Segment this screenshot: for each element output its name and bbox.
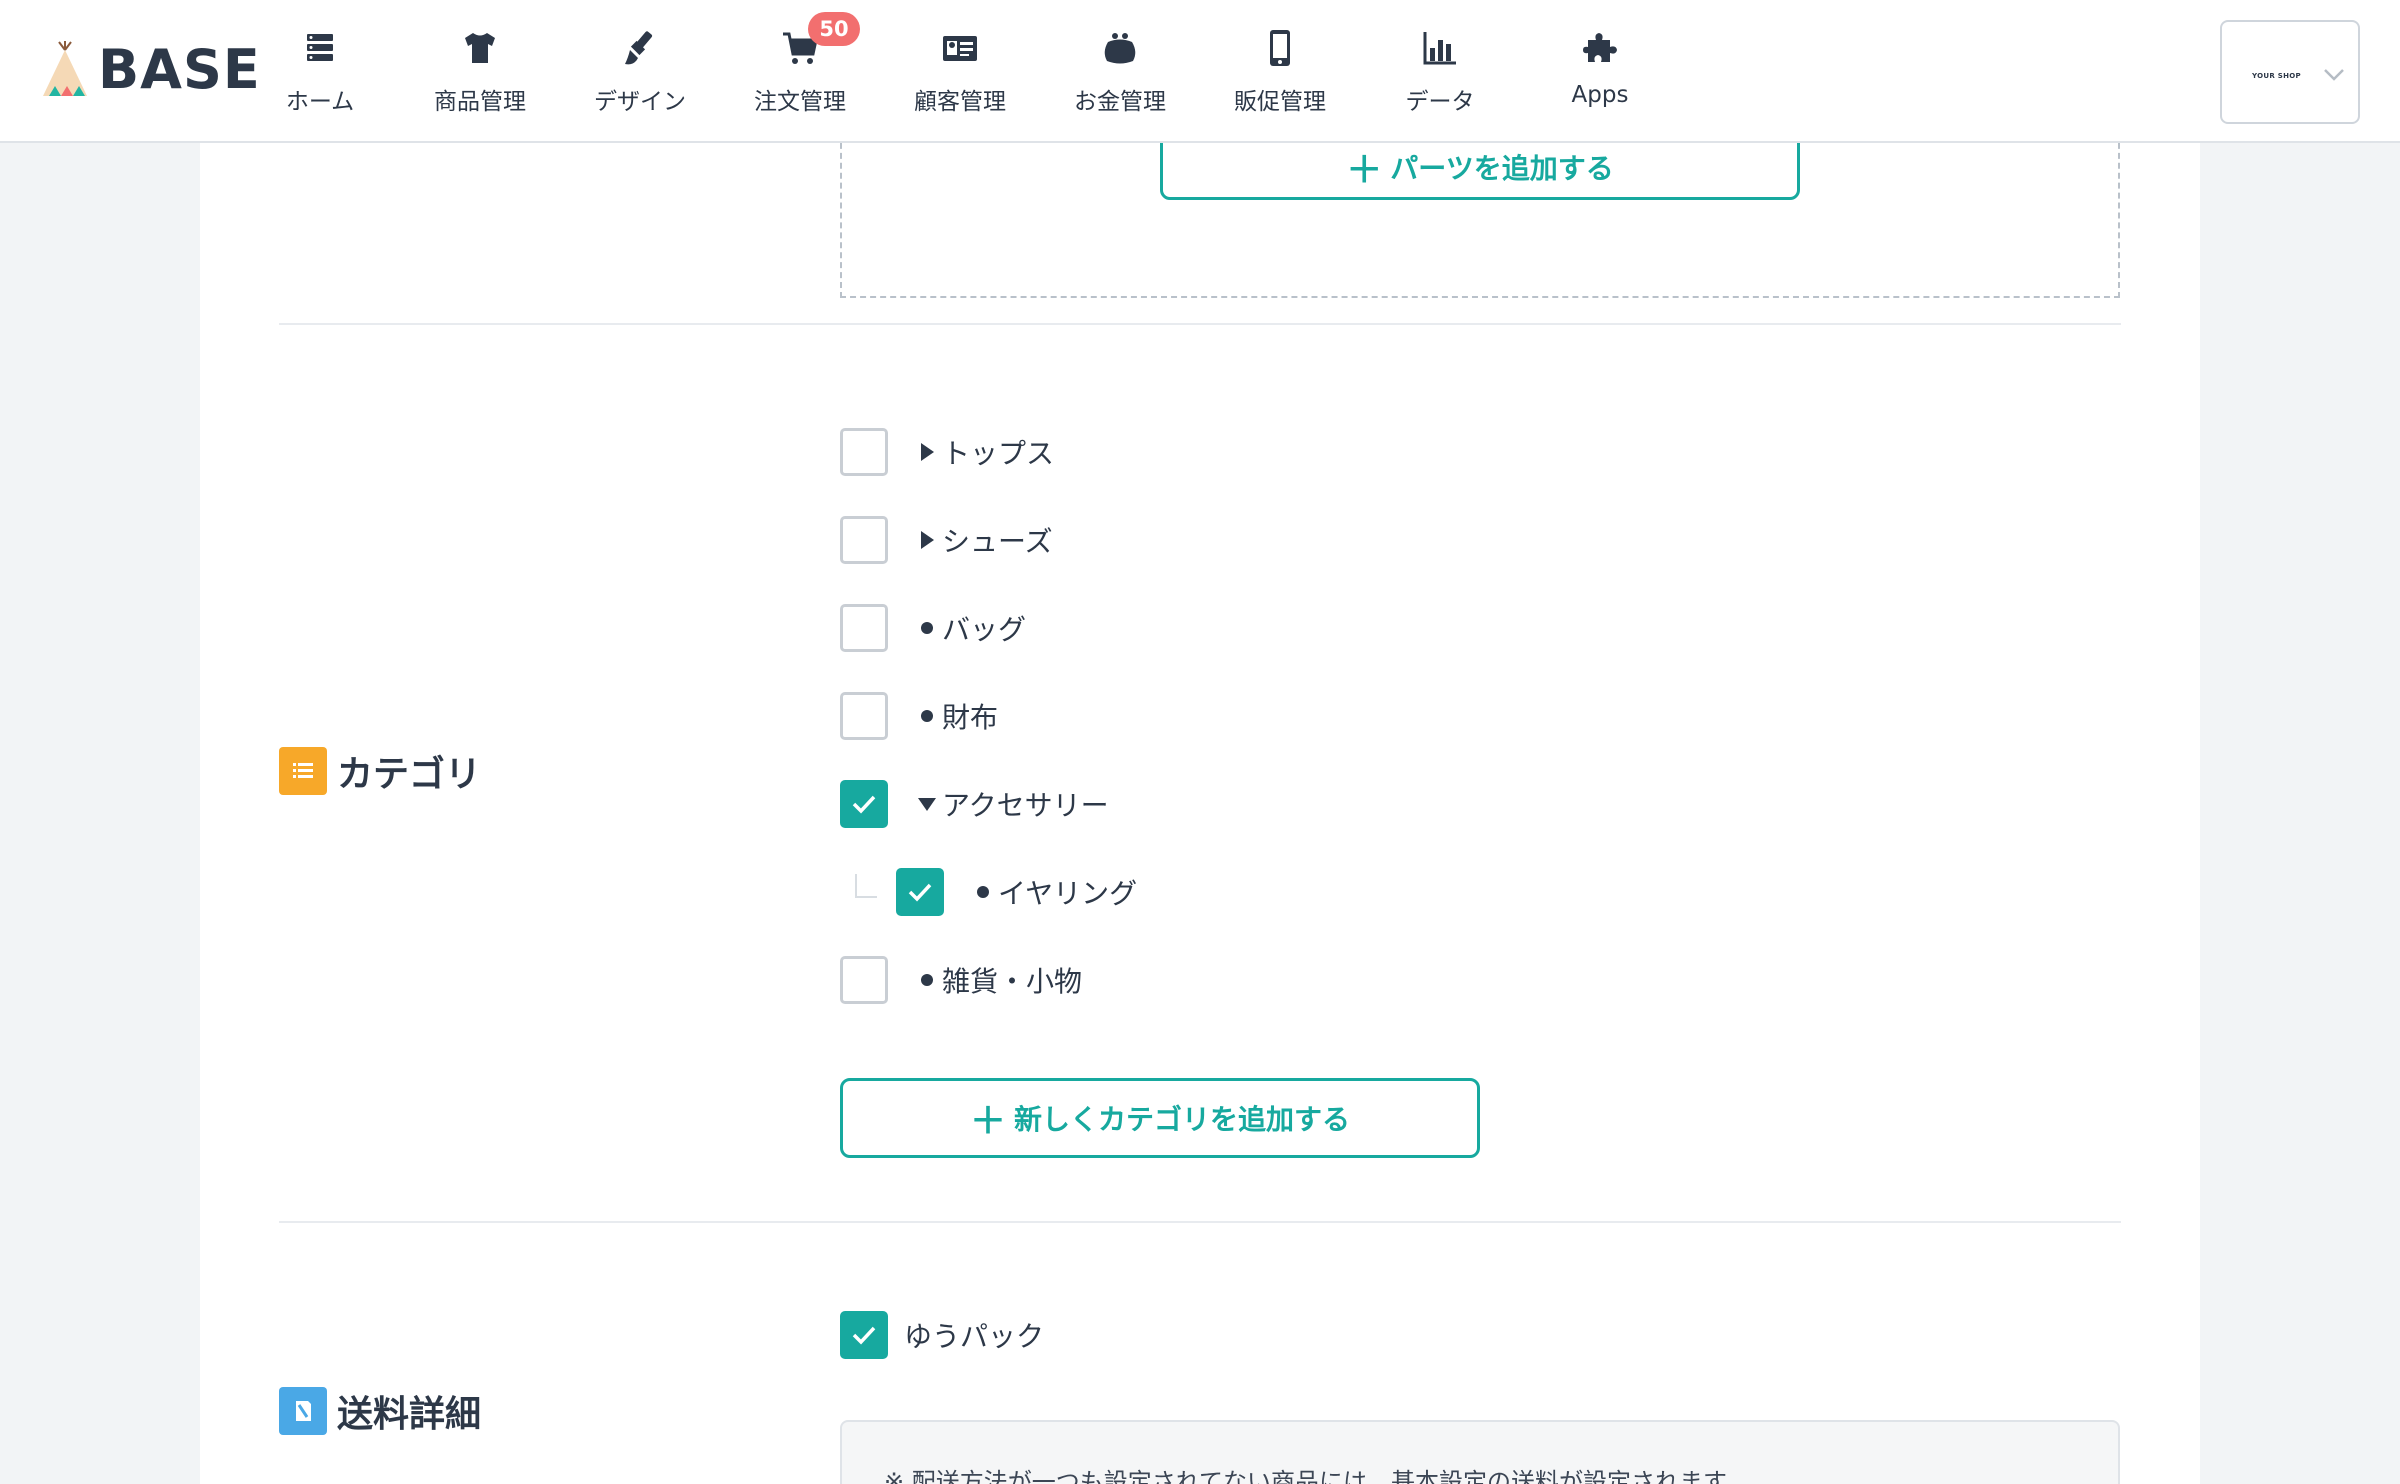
bullet-icon [916,621,938,635]
collapse-triangle-icon[interactable] [916,796,938,812]
base-logo[interactable]: BASE [40,37,261,101]
checkmark-icon [908,883,932,902]
nav-label: 販促管理 [1234,89,1326,115]
nav-label: データ [1405,89,1475,115]
shipping-note: ※ 配送方法が一つも設定されてない商品には、基本設定の送料が設定されます [884,1468,1728,1484]
subcategory-item[interactable]: イヤリング [896,867,1137,917]
category-label: 財布 [942,701,999,734]
list-icon [279,747,327,795]
shipping-option[interactable]: ゆうパック [840,1310,1044,1360]
category-item[interactable]: シューズ [840,515,1053,565]
bullet-icon [972,885,994,899]
wallet-icon [1104,33,1136,64]
chevron-down-icon [2324,69,2344,81]
bullet-icon [916,709,938,723]
tipi-logo-icon [43,41,87,96]
add-category-label: 新しくカテゴリを追加する [1014,1103,1351,1136]
item-edit-panel: ＋ パーツを追加する カテゴリ トップス シューズ バッグ 財布 アクセサリー … [200,123,2200,1484]
add-parts-button[interactable]: ＋ パーツを追加する [1160,133,1800,200]
nav-items[interactable]: 商品管理 [410,24,550,120]
bar-chart-icon [1423,32,1456,65]
plus-icon: ＋ [1346,149,1383,191]
nav-label: ホーム [285,89,355,115]
category-checkbox[interactable] [840,692,888,740]
category-checkbox-checked[interactable] [840,780,888,828]
home-list-icon [307,34,333,61]
category-checkbox-checked[interactable] [896,868,944,916]
add-category-button[interactable]: ＋ 新しくカテゴリを追加する [840,1078,1480,1158]
id-card-icon [943,36,977,61]
category-checkbox[interactable] [840,516,888,564]
category-checkbox[interactable] [840,428,888,476]
shipping-title-text: 送料詳細 [337,1394,482,1435]
nav-money[interactable]: お金管理 [1050,24,1190,120]
category-item[interactable]: バッグ [840,603,1026,653]
category-label: シューズ [942,525,1053,558]
smartphone-icon [1270,30,1290,66]
top-navigation-bar: BASE ホーム 商品管理 デザイン 50 注文管理 顧客管理 お金管理 販促管… [0,0,2400,143]
category-item[interactable]: トップス [840,427,1054,477]
shipping-section-title: 送料詳細 [279,1385,481,1437]
section-divider [279,323,2121,325]
shop-name: YOUR SHOP [2252,72,2301,80]
nav-home[interactable]: ホーム [250,24,390,120]
category-item[interactable]: 雑貨・小物 [840,955,1082,1005]
checkmark-icon [852,1326,876,1345]
nav-promotion[interactable]: 販促管理 [1210,24,1350,120]
category-item[interactable]: アクセサリー [840,779,1109,829]
category-checkbox[interactable] [840,956,888,1004]
tree-connector [855,874,877,898]
nav-orders[interactable]: 50 注文管理 [730,12,870,120]
nav-data[interactable]: データ [1370,24,1510,120]
nav-label: Apps [1571,82,1629,108]
logo-text: BASE [98,37,261,101]
plus-icon: ＋ [969,1101,1006,1142]
document-icon [279,1387,327,1435]
add-parts-label: パーツを追加する [1390,151,1614,185]
category-label: 雑貨・小物 [942,965,1083,998]
category-label: トップス [942,437,1055,470]
puzzle-icon [1583,33,1617,62]
category-section-title: カテゴリ [279,745,481,797]
nav-label: 注文管理 [754,89,846,115]
paintbrush-icon [625,31,653,65]
category-item[interactable]: 財布 [840,691,998,741]
shop-switcher-button[interactable]: YOUR SHOP [2220,20,2360,124]
category-checkbox[interactable] [840,604,888,652]
yupack-checkbox[interactable] [840,1311,888,1359]
nav-apps[interactable]: Apps [1530,24,1670,120]
category-label: アクセサリー [942,789,1109,822]
category-label: バッグ [942,613,1027,646]
expand-triangle-icon[interactable] [916,442,938,462]
category-title-text: カテゴリ [337,754,482,795]
nav-label: 顧客管理 [914,89,1006,115]
shipping-option-label: ゆうパック [904,1320,1045,1353]
checkmark-icon [852,795,876,814]
order-count-badge: 50 [808,12,860,46]
shipping-note-box: ※ 配送方法が一つも設定されてない商品には、基本設定の送料が設定されます [840,1420,2120,1484]
bullet-icon [916,973,938,987]
nav-label: 商品管理 [434,89,526,115]
tshirt-icon [465,33,495,63]
nav-design[interactable]: デザイン [570,24,710,120]
category-label: イヤリング [998,877,1138,910]
nav-customers[interactable]: 顧客管理 [890,24,1030,120]
section-divider [279,1221,2121,1223]
nav-label: デザイン [594,89,686,115]
expand-triangle-icon[interactable] [916,530,938,550]
nav-label: お金管理 [1074,89,1166,115]
